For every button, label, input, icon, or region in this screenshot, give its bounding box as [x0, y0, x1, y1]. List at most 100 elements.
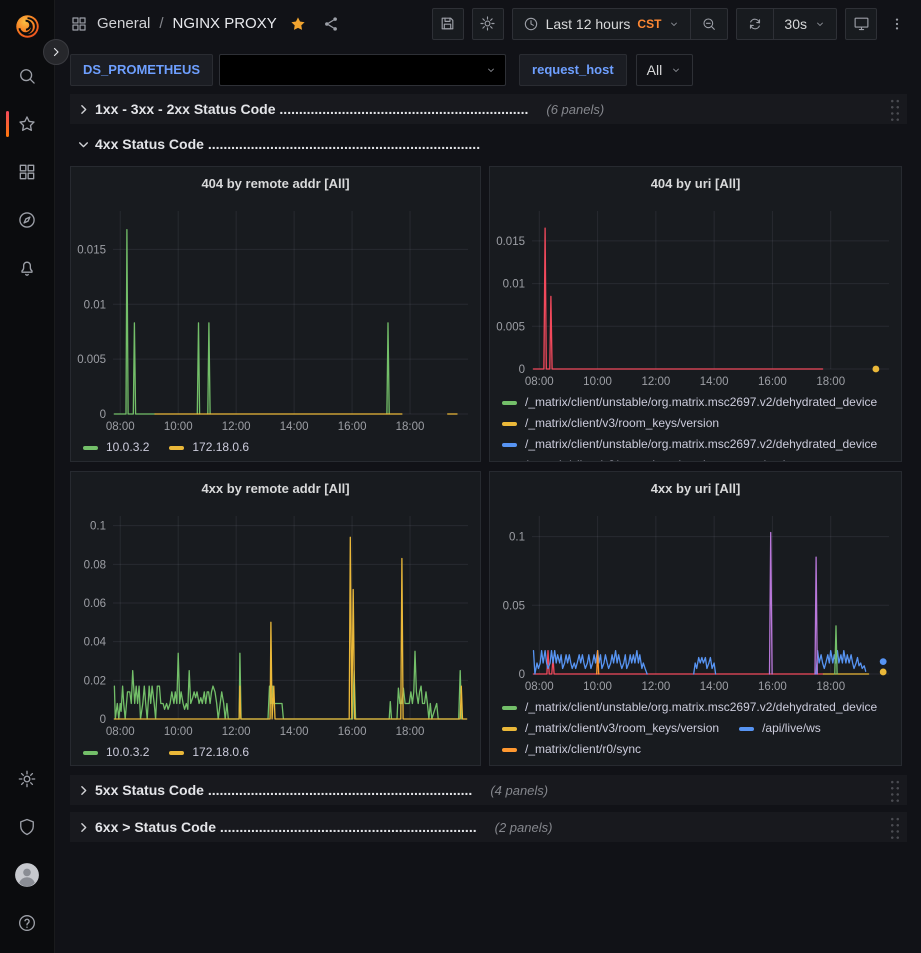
svg-text:12:00: 12:00 [641, 376, 670, 388]
sidebar-expand-button[interactable] [43, 39, 69, 65]
timeseries-chart[interactable]: 00.050.108:0010:0012:0014:0016:0018:00 [490, 506, 901, 696]
datasource-variable-label[interactable]: DS_PROMETHEUS [70, 54, 213, 86]
svg-text:0.04: 0.04 [84, 637, 107, 649]
svg-text:0.1: 0.1 [90, 521, 106, 533]
alerting-icon[interactable] [0, 244, 55, 292]
svg-text:14:00: 14:00 [700, 681, 729, 693]
explore-icon[interactable] [0, 196, 55, 244]
chevron-down-icon [814, 18, 826, 30]
svg-text:0.06: 0.06 [84, 598, 106, 610]
legend-item[interactable]: 172.18.0.6 [169, 437, 249, 458]
legend-item[interactable]: /_matrix/client/v3/room_keys/version [502, 413, 719, 434]
svg-text:16:00: 16:00 [758, 681, 787, 693]
timeseries-chart[interactable]: 00.0050.010.01508:0010:0012:0014:0016:00… [490, 201, 901, 391]
dashboard-content: 1xx - 3xx - 2xx Status Code ............… [55, 92, 921, 842]
settings-icon[interactable] [0, 755, 55, 803]
legend-item[interactable]: /_matrix/client/unstable/org.matrix.msc2… [502, 760, 877, 765]
apps-icon[interactable] [0, 148, 55, 196]
svg-text:0: 0 [519, 669, 525, 681]
favorite-star-icon[interactable] [289, 15, 307, 33]
legend-swatch [739, 727, 754, 731]
svg-text:0.01: 0.01 [84, 299, 106, 311]
row-panel-count: (6 panels) [546, 102, 604, 117]
legend-item[interactable]: 172.18.0.6 [169, 742, 249, 763]
panel-4xx-by-remote-addr: 4xx by remote addr [All] 00.020.040.060.… [70, 471, 481, 766]
row-1xx-3xx-2xx[interactable]: 1xx - 3xx - 2xx Status Code ............… [70, 94, 907, 124]
row-drag-handle[interactable] [889, 778, 901, 803]
legend-label: /sw.js [762, 455, 791, 461]
legend-item[interactable]: /_matrix/client/unstable/org.matrix.msc2… [502, 392, 877, 413]
refresh-button[interactable] [737, 9, 773, 39]
legend-item[interactable]: /sw.js [739, 455, 791, 461]
row-drag-handle[interactable] [889, 97, 901, 122]
svg-text:12:00: 12:00 [641, 681, 670, 693]
svg-text:10:00: 10:00 [583, 681, 612, 693]
dashboards-grid-icon[interactable] [70, 15, 88, 33]
legend-label: 10.0.3.2 [106, 742, 149, 763]
svg-text:18:00: 18:00 [816, 376, 845, 388]
row-4xx[interactable]: 4xx Status Code ........................… [70, 131, 907, 157]
dashboard-settings-button[interactable] [472, 8, 504, 40]
legend-item[interactable]: 10.0.3.2 [83, 742, 149, 763]
row-drag-handle[interactable] [889, 815, 901, 840]
refresh-interval-button[interactable]: 30s [773, 9, 836, 39]
panel-title[interactable]: 404 by remote addr [All] [71, 167, 480, 201]
svg-text:14:00: 14:00 [700, 376, 729, 388]
top-navigation: General / NGINX PROXY Last 12 hours CS [55, 0, 921, 47]
row-panel-count: (4 panels) [490, 783, 548, 798]
legend-item[interactable]: /_matrix/client/r0/sync [502, 739, 641, 760]
legend-label: /_matrix/client/r0/sync [525, 739, 641, 760]
panel-title[interactable]: 404 by uri [All] [490, 167, 901, 201]
timeseries-chart[interactable]: 00.020.040.060.080.108:0010:0012:0014:00… [71, 506, 480, 741]
time-picker-group: Last 12 hours CST [512, 8, 729, 40]
chevron-down-icon [485, 64, 497, 76]
legend-item[interactable]: 10.0.3.2 [83, 437, 149, 458]
svg-text:10:00: 10:00 [164, 726, 193, 738]
legend-swatch [502, 422, 517, 426]
legend-item[interactable]: /_matrix/client/unstable/org.matrix.msc2… [502, 434, 877, 455]
breadcrumb-section[interactable]: General [97, 15, 150, 32]
legend-swatch [169, 446, 184, 450]
request-host-variable-select[interactable]: All [636, 54, 694, 86]
panel-title[interactable]: 4xx by remote addr [All] [71, 472, 480, 506]
row-5xx[interactable]: 5xx Status Code ........................… [70, 775, 907, 805]
svg-text:10:00: 10:00 [583, 376, 612, 388]
timeseries-chart[interactable]: 00.0050.010.01508:0010:0012:0014:0016:00… [71, 201, 480, 436]
panel-title[interactable]: 4xx by uri [All] [490, 472, 901, 506]
legend-item[interactable]: /api/live/ws [739, 718, 821, 739]
dashboard-title[interactable]: NGINX PROXY [173, 15, 277, 32]
svg-text:08:00: 08:00 [525, 376, 554, 388]
share-icon[interactable] [322, 15, 340, 33]
kebab-menu-button[interactable] [885, 8, 909, 40]
time-range-label: Last 12 hours [546, 16, 631, 32]
chart-legend: /_matrix/client/unstable/org.matrix.msc2… [490, 696, 901, 765]
tv-mode-button[interactable] [845, 8, 877, 40]
svg-text:16:00: 16:00 [758, 376, 787, 388]
datasource-variable-select[interactable] [219, 54, 506, 86]
star-icon[interactable] [0, 100, 55, 148]
help-icon[interactable] [0, 899, 55, 947]
svg-text:0.005: 0.005 [496, 321, 525, 333]
avatar[interactable] [0, 851, 55, 899]
chevron-down-icon [76, 138, 90, 151]
legend-item[interactable]: /_matrix/client/v3/room_keys/version [502, 718, 719, 739]
refresh-icon [747, 16, 763, 32]
panel-grid: 404 by remote addr [All] 00.0050.010.015… [70, 166, 907, 766]
chevron-down-icon [670, 64, 682, 76]
chart-legend: /_matrix/client/unstable/org.matrix.msc2… [490, 391, 901, 461]
svg-text:18:00: 18:00 [816, 681, 845, 693]
refresh-group: 30s [736, 8, 837, 40]
legend-item[interactable]: /_matrix/client/v3/room_keys/version [502, 455, 719, 461]
row-title: 1xx - 3xx - 2xx Status Code ............… [95, 101, 528, 117]
request-host-variable-label[interactable]: request_host [519, 54, 627, 86]
legend-label: 10.0.3.2 [106, 437, 149, 458]
svg-text:10:00: 10:00 [164, 421, 193, 433]
time-range-button[interactable]: Last 12 hours CST [513, 9, 691, 39]
legend-swatch [502, 706, 517, 710]
shield-icon[interactable] [0, 803, 55, 851]
legend-item[interactable]: /_matrix/client/unstable/org.matrix.msc2… [502, 697, 877, 718]
clock-icon [523, 16, 539, 32]
save-dashboard-button[interactable] [432, 8, 464, 40]
row-6xx[interactable]: 6xx > Status Code ......................… [70, 812, 907, 842]
zoom-out-button[interactable] [690, 9, 727, 39]
